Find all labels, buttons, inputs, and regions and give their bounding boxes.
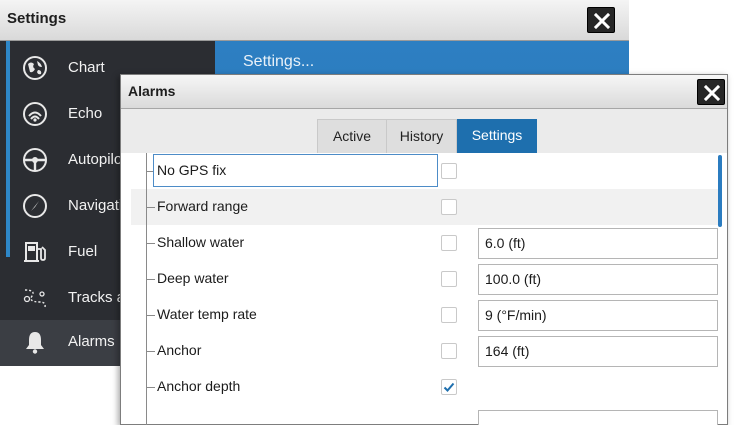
echo-sonar-icon (23, 102, 47, 126)
alarm-row-anchor[interactable]: Anchor 164 (ft) (131, 333, 719, 369)
settings-content-header: Settings... (243, 53, 315, 70)
alarm-value-field[interactable]: 9 (°F/min) (478, 300, 718, 331)
alarm-name: No GPS fix (157, 162, 227, 178)
sidebar-item-label: Tracks a (68, 289, 125, 306)
alarm-enable-checkbox[interactable] (441, 199, 457, 215)
fuel-pump-icon (24, 242, 46, 262)
alarm-row-forward-range[interactable]: Forward range (131, 189, 719, 225)
sidebar-scroll-indicator (6, 41, 10, 257)
tab-history[interactable]: History (387, 119, 457, 153)
checkmark-icon (443, 382, 455, 392)
alarms-title: Alarms (128, 83, 176, 99)
alarm-settings-list: No GPS fix Forward range Shallow water 6… (131, 153, 719, 425)
sidebar-item-label: Alarms (68, 333, 115, 350)
sidebar-item-label: Chart (68, 59, 105, 76)
alarm-name: Forward range (157, 198, 249, 214)
alarm-name: Deep water (157, 270, 229, 286)
autopilot-wheel-icon (23, 148, 47, 172)
alarm-name: Shallow water (157, 234, 245, 250)
tree-line (146, 207, 155, 208)
alarms-dialog: Alarms Active History Settings No GPS fi… (120, 74, 728, 425)
settings-close-button[interactable] (587, 7, 615, 33)
alarm-enable-checkbox[interactable] (441, 343, 457, 359)
chart-globe-icon (23, 56, 47, 80)
alarm-value-field[interactable]: 164 (ft) (478, 336, 718, 367)
alarm-row-water-temp-rate[interactable]: Water temp rate 9 (°F/min) (131, 297, 719, 333)
alarm-value-field[interactable]: 6.0 (ft) (478, 228, 718, 259)
alarm-enable-checkbox[interactable] (441, 271, 457, 287)
tree-line (146, 405, 147, 425)
alarm-row-no-gps-fix[interactable]: No GPS fix (131, 153, 719, 189)
close-icon (704, 85, 720, 101)
alarm-name: Anchor depth (157, 378, 241, 394)
alarm-enable-checkbox[interactable] (441, 163, 457, 179)
tree-line (146, 387, 155, 388)
alarm-enable-checkbox[interactable] (441, 235, 457, 251)
sidebar-item-label: Fuel (68, 243, 98, 260)
tracks-icon (23, 289, 46, 308)
sidebar-item-label: Echo (68, 105, 103, 122)
tree-line (146, 351, 155, 352)
alarm-value-field[interactable]: 100.0 (ft) (478, 264, 718, 295)
tab-active[interactable]: Active (317, 119, 387, 153)
alarm-enable-checkbox[interactable] (441, 379, 457, 395)
alarm-row-deep-water[interactable]: Deep water 100.0 (ft) (131, 261, 719, 297)
tree-line (146, 279, 155, 280)
alarm-row-partial (131, 405, 719, 425)
alarms-close-button[interactable] (697, 79, 725, 105)
alarm-row-shallow-water[interactable]: Shallow water 6.0 (ft) (131, 225, 719, 261)
alarms-title-bar: Alarms (121, 75, 727, 109)
navigation-compass-icon (23, 194, 47, 218)
alarm-name-focus[interactable]: No GPS fix (153, 154, 438, 187)
alarm-value-field[interactable] (478, 410, 718, 425)
settings-title: Settings (7, 10, 67, 27)
alarm-row-anchor-depth[interactable]: Anchor depth (131, 369, 719, 405)
list-scrollbar[interactable] (718, 155, 722, 227)
alarm-enable-checkbox[interactable] (441, 307, 457, 323)
alarms-tabs: Active History Settings (121, 109, 727, 153)
sidebar-item-label: Autopilo (68, 151, 123, 168)
close-icon (594, 13, 610, 29)
tab-settings[interactable]: Settings (457, 119, 537, 153)
alarm-name: Anchor (157, 342, 202, 358)
settings-title-bar: Settings (0, 0, 629, 41)
tree-line (146, 315, 155, 316)
alarm-name: Water temp rate (157, 306, 257, 322)
alarm-bell-icon (26, 332, 44, 354)
sidebar-item-label: Navigati (68, 197, 123, 214)
tree-line (146, 243, 155, 244)
